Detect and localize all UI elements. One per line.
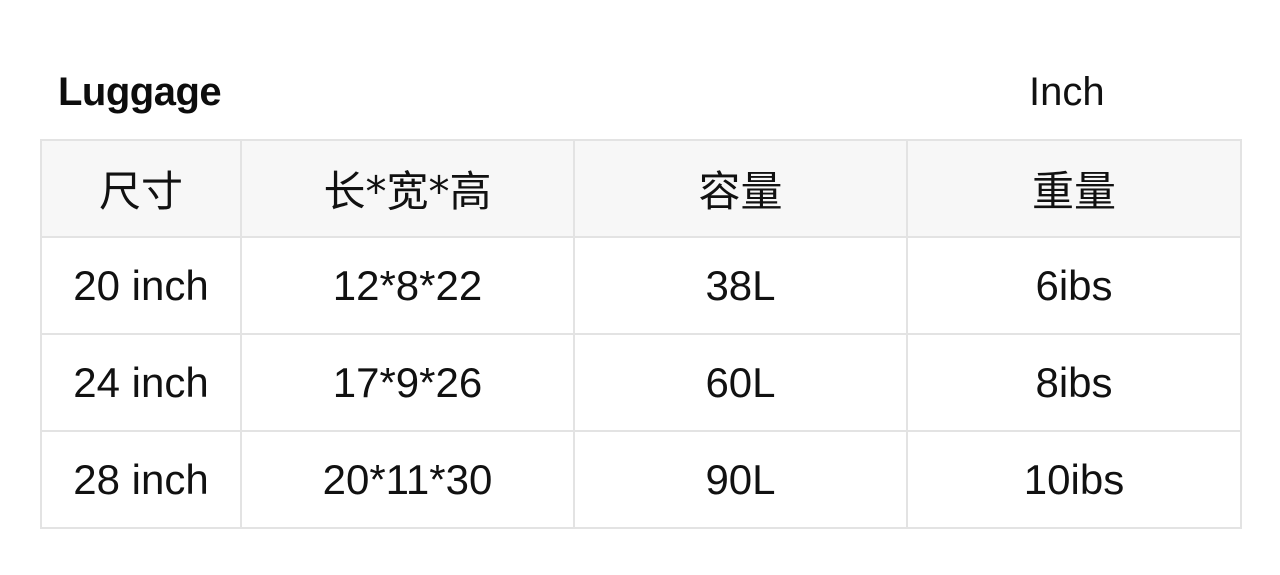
cell-dimensions: 12*8*22 xyxy=(240,236,575,335)
cell-weight: 10ibs xyxy=(906,430,1242,529)
table-row: 24 inch 17*9*26 60L 8ibs xyxy=(40,333,1242,432)
cell-weight: 6ibs xyxy=(906,236,1242,335)
cell-size: 20 inch xyxy=(40,236,242,335)
table-row: 28 inch 20*11*30 90L 10ibs xyxy=(40,430,1242,529)
table-header-row: 尺寸 长*宽*高 容量 重量 xyxy=(40,139,1242,238)
column-header-weight: 重量 xyxy=(906,139,1242,238)
unit-label: Inch xyxy=(1029,70,1105,114)
cell-capacity: 38L xyxy=(573,236,908,335)
table-row: 20 inch 12*8*22 38L 6ibs xyxy=(40,236,1242,335)
column-header-capacity: 容量 xyxy=(573,139,908,238)
page-title: Luggage xyxy=(58,70,222,114)
cell-size: 24 inch xyxy=(40,333,242,432)
cell-dimensions: 17*9*26 xyxy=(240,333,575,432)
luggage-size-table: 尺寸 长*宽*高 容量 重量 20 inch 12*8*22 38L 6ibs … xyxy=(40,139,1242,529)
column-header-dimensions: 长*宽*高 xyxy=(240,139,575,238)
cell-capacity: 90L xyxy=(573,430,908,529)
cell-capacity: 60L xyxy=(573,333,908,432)
column-header-size: 尺寸 xyxy=(40,139,242,238)
cell-dimensions: 20*11*30 xyxy=(240,430,575,529)
cell-size: 28 inch xyxy=(40,430,242,529)
cell-weight: 8ibs xyxy=(906,333,1242,432)
